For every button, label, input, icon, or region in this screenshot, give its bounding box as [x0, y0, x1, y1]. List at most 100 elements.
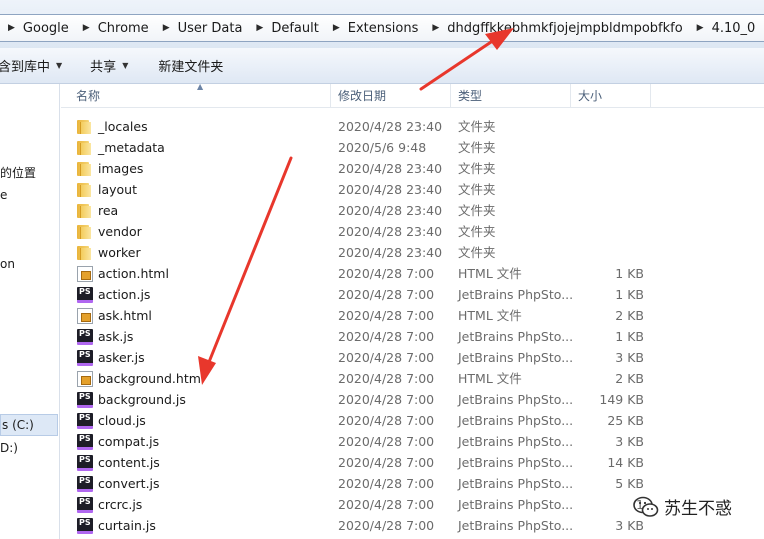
include-in-library-button[interactable]: 含到库中 ▼ [0, 54, 68, 78]
chevron-right-icon[interactable]: ▶ [83, 23, 90, 33]
breadcrumb-label: Chrome [97, 20, 149, 36]
file-row[interactable]: vendor 2020/4/28 23:40 文件夹 [61, 221, 764, 242]
nav-item-label: D:) [0, 441, 18, 455]
file-row[interactable]: images 2020/4/28 23:40 文件夹 [61, 158, 764, 179]
file-size: 1 KB [615, 287, 644, 302]
file-row[interactable]: _locales 2020/4/28 23:40 文件夹 [61, 116, 764, 137]
chevron-down-icon: ▼ [56, 61, 63, 70]
breadcrumb[interactable]: ▶ Google ▶ Chrome ▶ User Data ▶ Default ▶ Extensi… [0, 14, 764, 42]
breadcrumb-overflow[interactable]: ▶ [755, 23, 764, 33]
file-name: ask.html [98, 308, 152, 323]
folder-icon [77, 161, 93, 177]
nav-item-label: s (C:) [2, 418, 34, 432]
file-row[interactable]: PS background.js 2020/4/28 7:00 JetBrains P… [61, 389, 764, 410]
file-date: 2020/4/28 7:00 [338, 497, 435, 512]
file-size: 2 KB [615, 308, 644, 323]
column-type-header[interactable]: 类型 [451, 84, 571, 108]
address-bar: ▶ Google ▶ Chrome ▶ User Data ▶ Default ▶ Extensi… [0, 0, 764, 48]
folder-icon [77, 140, 93, 156]
file-type: JetBrains PhpSto... [458, 455, 574, 470]
nav-item-on[interactable]: on [0, 257, 15, 271]
breadcrumb-item[interactable]: ▶ Extensions [319, 21, 419, 36]
file-name: content.js [98, 455, 160, 470]
chevron-right-icon[interactable]: ▶ [697, 23, 704, 33]
file-size: 149 KB [599, 392, 644, 407]
file-size: 2 KB [615, 371, 644, 386]
file-type: 文件夹 [458, 140, 496, 155]
file-row[interactable]: _metadata 2020/5/6 9:48 文件夹 [61, 137, 764, 158]
file-row[interactable]: PS asker.js 2020/4/28 7:00 JetBrains PhpSto… [61, 347, 764, 368]
column-date-header[interactable]: 修改日期 [331, 84, 451, 108]
nav-item-drive-d[interactable]: D:) [0, 441, 18, 455]
command-toolbar: 含到库中 ▼ 共享 ▼ 新建文件夹 [0, 48, 764, 84]
file-row[interactable]: ask.html 2020/4/28 7:00 HTML 文件 2 KB [61, 305, 764, 326]
breadcrumb-item[interactable]: ▶ Default [242, 21, 318, 36]
file-row[interactable]: layout 2020/4/28 23:40 文件夹 [61, 179, 764, 200]
file-type: JetBrains PhpSto... [458, 434, 574, 449]
nav-item-e[interactable]: e [0, 188, 7, 202]
share-button[interactable]: 共享 ▼ [84, 54, 134, 78]
navigation-pane[interactable]: 的位置 e on s (C:) D:) [0, 84, 60, 539]
phpstorm-file-icon: PS [77, 329, 93, 345]
file-type: JetBrains PhpSto... [458, 392, 574, 407]
column-name-header[interactable]: 名称 [61, 84, 331, 108]
file-row[interactable]: PS cloud.js 2020/4/28 7:00 JetBrains PhpSto… [61, 410, 764, 431]
file-row[interactable]: PS action.js 2020/4/28 7:00 JetBrains PhpSt… [61, 284, 764, 305]
chevron-right-icon[interactable]: ▶ [8, 23, 15, 33]
breadcrumb-item[interactable]: ▶ User Data [149, 21, 243, 36]
file-date: 2020/4/28 23:40 [338, 224, 443, 239]
breadcrumb-item[interactable]: ▶ Chrome [69, 21, 149, 36]
file-name: worker [98, 245, 141, 260]
file-name: action.html [98, 266, 169, 281]
chevron-right-icon[interactable]: ▶ [432, 23, 439, 33]
column-header: ▲ 名称 修改日期 类型 大小 [61, 82, 764, 108]
file-type: JetBrains PhpSto... [458, 518, 574, 533]
file-name: background.js [98, 392, 186, 407]
chevron-right-icon[interactable]: ▶ [163, 23, 170, 33]
file-type: JetBrains PhpSto... [458, 476, 574, 491]
file-type: 文件夹 [458, 203, 496, 218]
file-row[interactable]: worker 2020/4/28 23:40 文件夹 [61, 242, 764, 263]
file-list[interactable]: _locales 2020/4/28 23:40 文件夹 _metadata 2020/… [61, 116, 764, 536]
file-size: 14 KB [607, 455, 644, 470]
wechat-logo-icon [633, 496, 659, 517]
file-date: 2020/4/28 7:00 [338, 287, 435, 302]
chevron-right-icon[interactable]: ▶ [333, 23, 340, 33]
file-row[interactable]: PS content.js 2020/4/28 7:00 JetBrains PhpS… [61, 452, 764, 473]
file-row[interactable]: PS compat.js 2020/4/28 7:00 JetBrains PhpSt… [61, 431, 764, 452]
file-date: 2020/4/28 7:00 [338, 476, 435, 491]
breadcrumb-item[interactable]: ▶ 4.10_0 [683, 21, 756, 36]
file-row[interactable]: rea 2020/4/28 23:40 文件夹 [61, 200, 764, 221]
file-type: HTML 文件 [458, 308, 522, 323]
file-row[interactable]: background.html 2020/4/28 7:00 HTML 文件 2 KB [61, 368, 764, 389]
file-type: 文件夹 [458, 245, 496, 260]
column-size-header[interactable]: 大小 [571, 84, 651, 108]
file-type: 文件夹 [458, 161, 496, 176]
file-name: _locales [98, 119, 148, 134]
phpstorm-file-icon: PS [77, 455, 93, 471]
file-date: 2020/4/28 7:00 [338, 350, 435, 365]
file-date: 2020/4/28 7:00 [338, 434, 435, 449]
file-size: 1 KB [615, 266, 644, 281]
file-row[interactable]: PS ask.js 2020/4/28 7:00 JetBrains PhpSto..… [61, 326, 764, 347]
file-name: ask.js [98, 329, 134, 344]
file-date: 2020/4/28 7:00 [338, 266, 435, 281]
column-label: 类型 [458, 89, 483, 103]
chevron-right-icon[interactable]: ▶ [256, 23, 263, 33]
phpstorm-file-icon: PS [77, 497, 93, 513]
file-name: _metadata [98, 140, 165, 155]
file-row[interactable]: action.html 2020/4/28 7:00 HTML 文件 1 KB [61, 263, 764, 284]
breadcrumb-item[interactable]: ▶ dhdgffkkebhmkfjojejmpbldmpobfkfo [418, 21, 682, 36]
nav-item-locations[interactable]: 的位置 [0, 164, 36, 181]
file-date: 2020/4/28 23:40 [338, 203, 443, 218]
file-name: action.js [98, 287, 151, 302]
nav-item-label: e [0, 188, 8, 202]
breadcrumb-item[interactable]: ▶ Google [0, 21, 69, 36]
nav-item-drive-c[interactable]: s (C:) [0, 414, 58, 436]
file-date: 2020/4/28 23:40 [338, 182, 443, 197]
file-row[interactable]: PS convert.js 2020/4/28 7:00 JetBrains PhpS… [61, 473, 764, 494]
breadcrumb-label: User Data [177, 20, 243, 36]
file-size: 3 KB [615, 350, 644, 365]
new-folder-button[interactable]: 新建文件夹 [152, 54, 229, 78]
file-type: HTML 文件 [458, 266, 522, 281]
